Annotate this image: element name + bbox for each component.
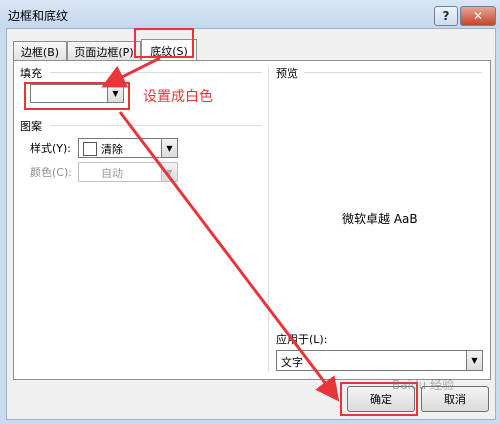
annotation-arrow-to-ok bbox=[118, 111, 340, 402]
dialog-window: 边框和底纹 ? ✕ 边框(B) 页面边框(P) 底纹(S) 填充 ▼ 图案 样式… bbox=[0, 0, 500, 424]
annotation-arrows bbox=[101, 56, 340, 402]
annotation-arrow-upper bbox=[101, 56, 161, 88]
watermark: Baidu 经验 bbox=[392, 378, 454, 392]
